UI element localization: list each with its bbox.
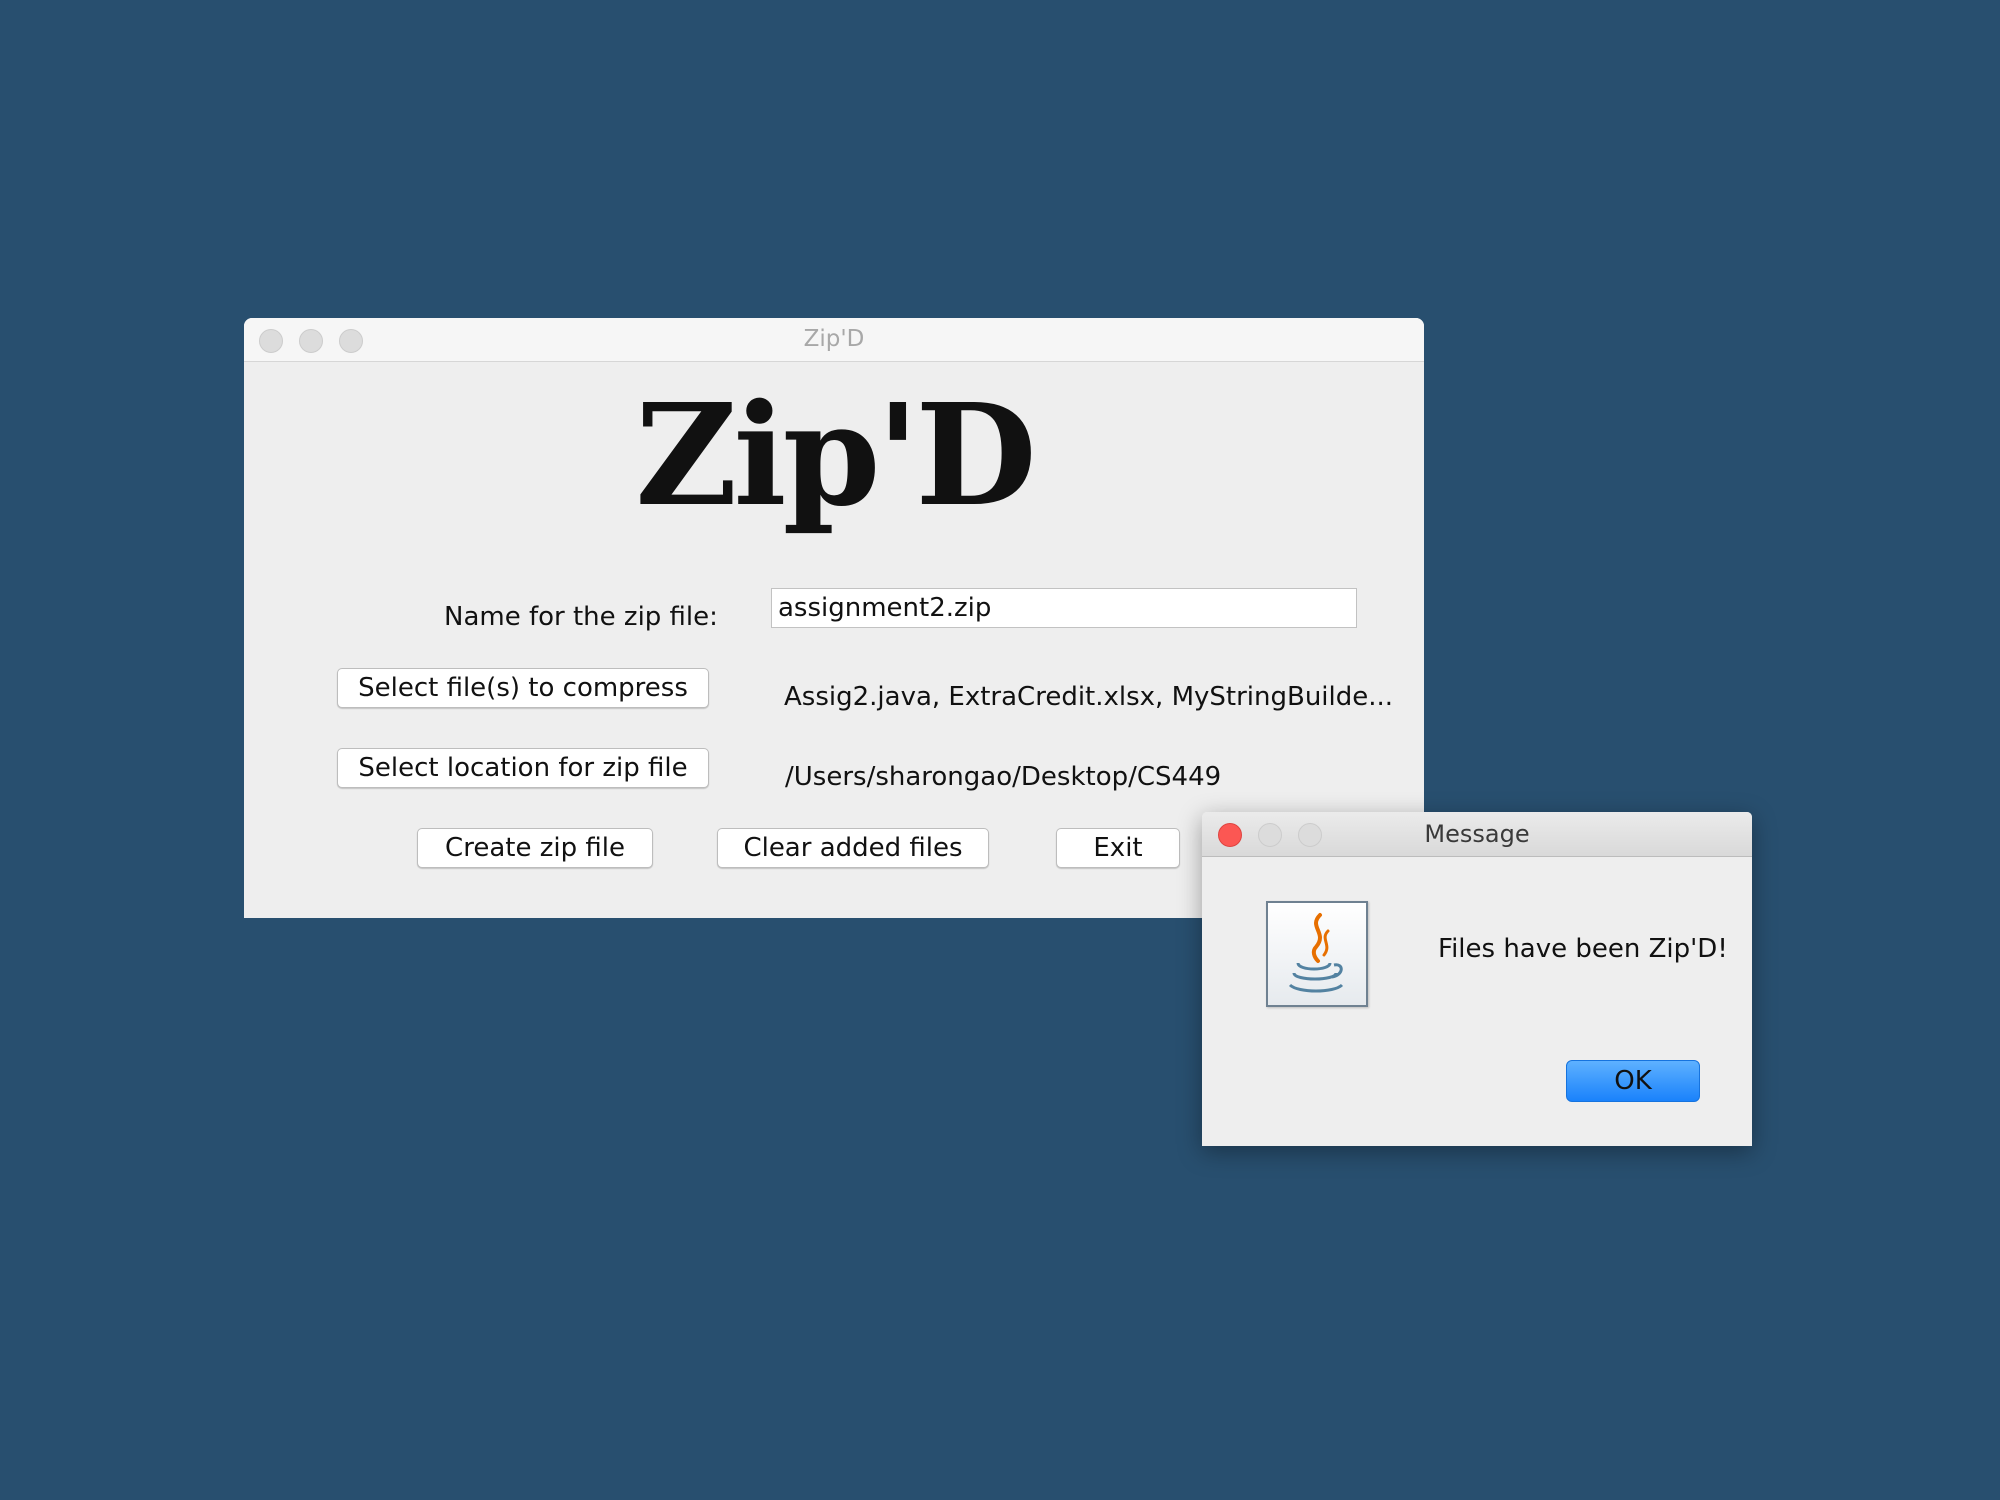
ok-button[interactable]: OK [1566, 1060, 1700, 1102]
app-logo: Zip'D [635, 374, 1037, 538]
exit-button[interactable]: Exit [1056, 828, 1180, 868]
dialog-message: Files have been Zip'D! [1438, 934, 1728, 964]
zip-name-label: Name for the zip file: [444, 602, 718, 632]
window-title: Zip'D [803, 326, 865, 352]
selected-files-text: Assig2.java, ExtraCredit.xlsx, MyStringB… [784, 682, 1394, 712]
select-location-button[interactable]: Select location for zip file [337, 748, 709, 788]
create-zip-button[interactable]: Create zip file [417, 828, 653, 868]
zip-name-input[interactable]: assignment2.zip [771, 588, 1357, 628]
dialog-titlebar[interactable]: Message [1202, 812, 1752, 857]
message-dialog: Message Files have been Zip'D! OK [1202, 812, 1752, 1146]
select-files-button[interactable]: Select file(s) to compress [337, 668, 709, 708]
clear-files-button[interactable]: Clear added files [717, 828, 989, 868]
java-icon [1266, 901, 1368, 1007]
location-text: /Users/sharongao/Desktop/CS449 [785, 762, 1222, 792]
main-titlebar[interactable]: Zip'D [244, 318, 1424, 362]
dialog-title: Message [1424, 820, 1530, 848]
